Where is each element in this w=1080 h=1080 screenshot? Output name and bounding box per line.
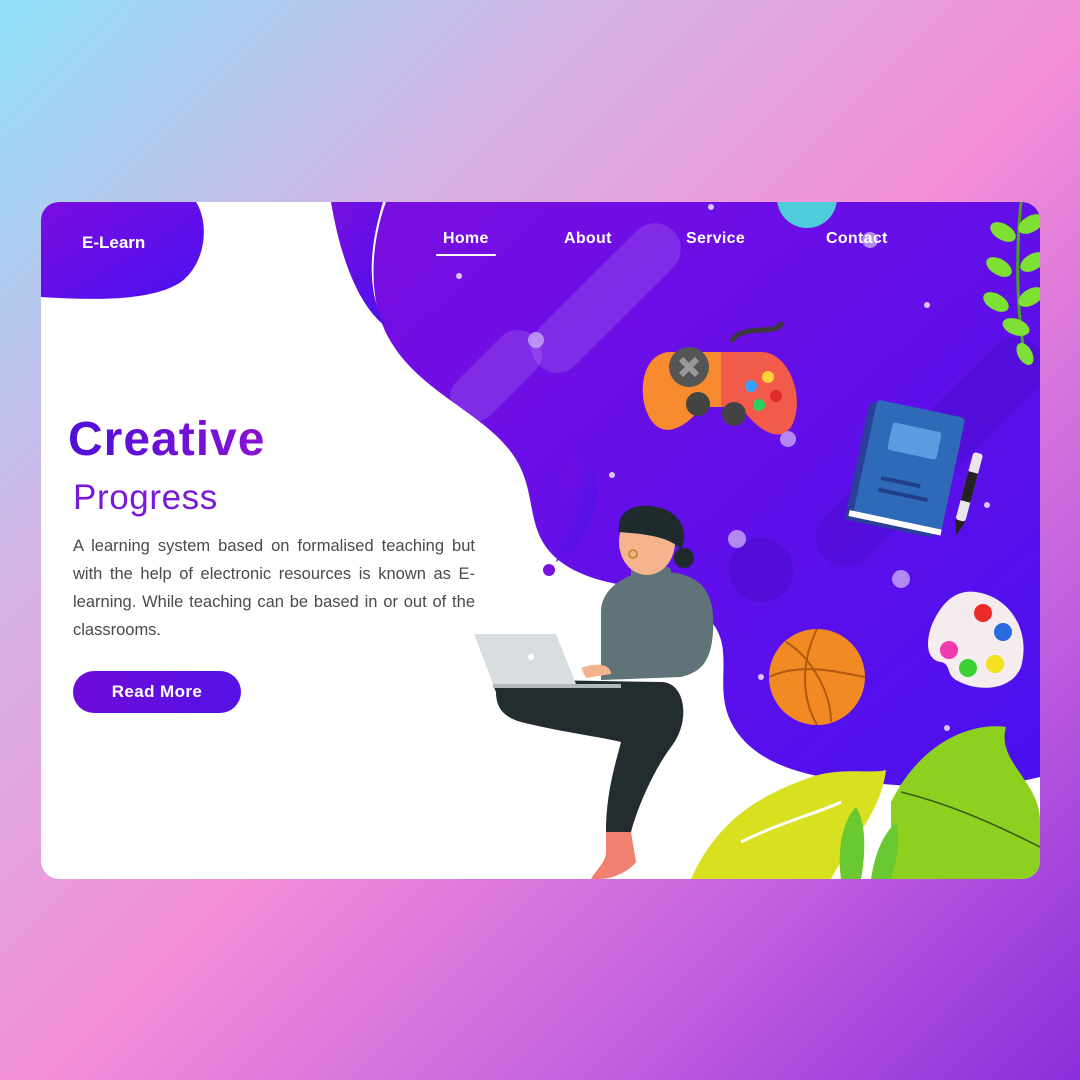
main-nav: Home About Service Contact	[41, 230, 1040, 260]
hero-description: A learning system based on formalised te…	[73, 537, 475, 639]
nav-service[interactable]: Service	[686, 230, 745, 248]
nav-home[interactable]: Home	[436, 230, 496, 256]
hero-title: Creative	[68, 413, 266, 466]
hero-subtitle: Progress	[73, 478, 218, 517]
nav-contact[interactable]: Contact	[826, 230, 888, 248]
landing-card: E-Learn Home About Service Contact Creat…	[41, 202, 1040, 879]
nav-about[interactable]: About	[564, 230, 612, 248]
read-more-button[interactable]: Read More	[73, 671, 241, 713]
